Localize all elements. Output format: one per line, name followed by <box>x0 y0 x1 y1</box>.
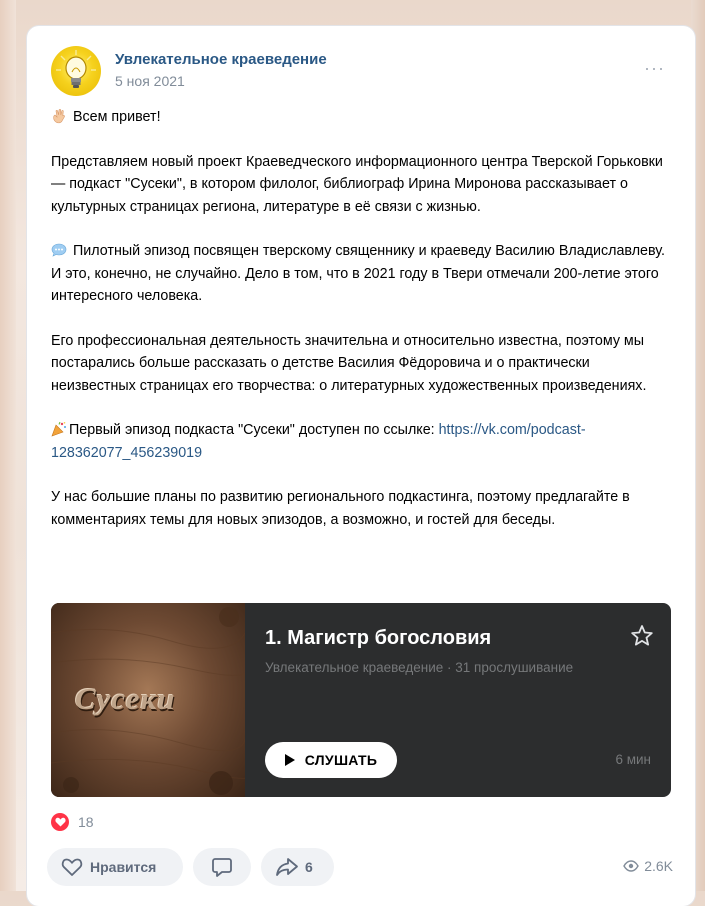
episode-title[interactable]: 1. Магистр богословия <box>265 627 491 650</box>
heart-icon <box>51 813 69 831</box>
heart-outline-icon <box>61 858 83 876</box>
activity-paragraph: Его профессиональная деятельность значит… <box>51 332 647 394</box>
listen-button[interactable]: СЛУШАТЬ <box>265 742 397 778</box>
post-date[interactable]: 5 ноя 2021 <box>115 73 185 89</box>
avatar[interactable] <box>51 46 101 96</box>
eye-icon <box>623 860 639 872</box>
play-icon <box>284 754 295 766</box>
views-counter: 2.6K <box>623 858 673 874</box>
episode-meta: Увлекательное краеведение · 31 прослушив… <box>265 660 574 675</box>
post-text: Всем привет! Представляем новый проект К… <box>51 106 671 553</box>
cover-title: Сусеки <box>75 681 176 716</box>
wave-hand-icon <box>53 108 65 124</box>
more-options-icon[interactable]: ··· <box>644 59 665 77</box>
closing-paragraph: У нас большие планы по развитию регионал… <box>51 489 630 528</box>
reactions-summary[interactable]: 18 <box>51 812 94 832</box>
episode-duration: 6 мин <box>615 752 651 767</box>
link-paragraph: Первый эпизод подкаста "Сусеки" доступен… <box>51 419 671 464</box>
share-icon <box>276 858 298 876</box>
background-left-edge <box>0 0 16 891</box>
like-label: Нравится <box>90 859 157 875</box>
podcast-player[interactable]: Сусеки 1. Магистр богословия Увлекательн… <box>51 603 671 797</box>
greeting-paragraph: Всем привет! <box>51 106 671 129</box>
star-icon[interactable] <box>629 623 655 649</box>
speech-bubble-icon <box>51 243 67 257</box>
reaction-count: 18 <box>78 814 94 830</box>
greeting-text: Всем привет! <box>73 109 161 125</box>
comment-icon <box>212 858 232 877</box>
post-actions: Нравится 6 2.6K <box>47 848 675 888</box>
share-count: 6 <box>305 859 313 875</box>
comment-button[interactable] <box>193 848 251 886</box>
author-name[interactable]: Увлекательное краеведение <box>115 51 327 68</box>
share-button[interactable]: 6 <box>261 848 334 886</box>
listen-label: СЛУШАТЬ <box>304 752 378 768</box>
intro-paragraph: Представляем новый проект Краеведческого… <box>51 153 663 215</box>
episode-paragraph: Пилотный эпизод посвящен тверскому свяще… <box>51 240 671 308</box>
views-count: 2.6K <box>644 858 673 874</box>
podcast-cover[interactable]: Сусеки <box>51 603 245 797</box>
party-popper-icon <box>51 421 66 437</box>
lightbulb-icon <box>56 50 96 88</box>
link-intro-text: Первый эпизод подкаста "Сусеки" доступен… <box>69 422 439 438</box>
post-header: Увлекательное краеведение 5 ноя 2021 ··· <box>51 46 675 98</box>
like-button[interactable]: Нравится <box>47 848 183 886</box>
episode-text: Пилотный эпизод посвящен тверскому свяще… <box>51 243 665 304</box>
post-card: Увлекательное краеведение 5 ноя 2021 ···… <box>27 26 695 906</box>
